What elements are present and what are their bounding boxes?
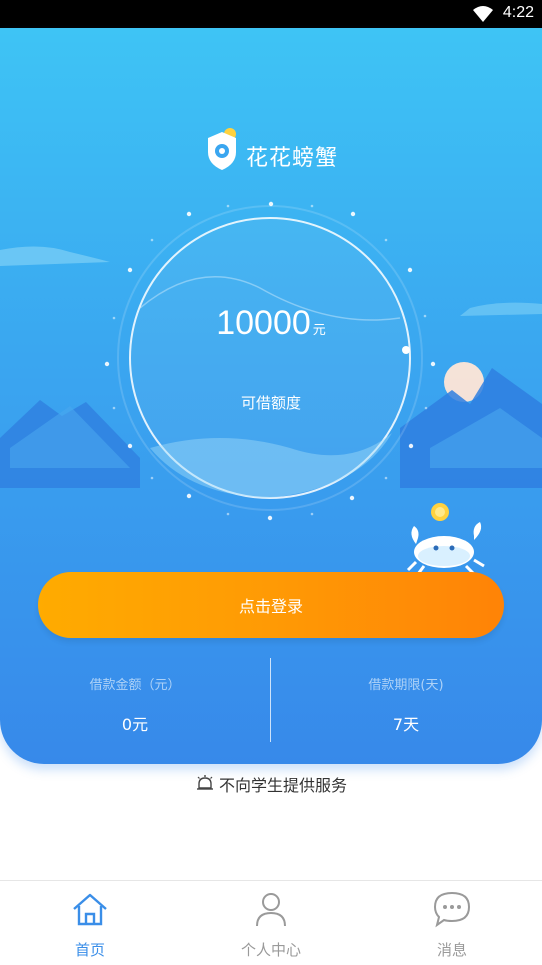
- message-icon: [433, 891, 471, 928]
- brand-name: 花花螃蟹: [245, 146, 338, 171]
- notice-text: 不向学生提供服务: [218, 776, 347, 795]
- notice: 不向学生提供服务: [0, 772, 542, 796]
- loan-amount-stat: 借款金额（元） 0元: [0, 658, 270, 742]
- shield-logo-icon: [207, 128, 236, 170]
- status-bar: 4:22: [0, 0, 542, 28]
- tab-home[interactable]: 首页: [0, 881, 180, 965]
- credit-amount-value: 10000: [216, 304, 311, 342]
- credit-amount-unit: 元: [312, 323, 326, 338]
- loan-term-stat: 借款期限(天) 7天: [271, 658, 541, 742]
- loan-term-label: 借款期限(天): [368, 678, 444, 693]
- loan-amount-label: 借款金额（元）: [89, 678, 181, 693]
- tab-profile[interactable]: 个人中心: [181, 881, 361, 965]
- tab-messages[interactable]: 消息: [362, 881, 542, 965]
- tab-messages-label: 消息: [436, 941, 467, 959]
- tab-profile-label: 个人中心: [240, 941, 301, 959]
- loan-stats: 借款金额（元） 0元 借款期限(天) 7天: [0, 658, 542, 742]
- credit-label: 可借额度: [240, 394, 301, 412]
- credit-amount: 10000 元: [0, 304, 542, 343]
- wifi-icon: [473, 6, 493, 22]
- bottom-tab-bar: 首页 个人中心 消息: [0, 880, 542, 965]
- home-icon: [73, 893, 107, 926]
- user-icon: [256, 893, 286, 927]
- status-time: 4:22: [502, 4, 534, 21]
- brand: 花花螃蟹: [0, 124, 542, 174]
- loan-amount-value: 0元: [121, 715, 149, 734]
- alarm-bell-icon: [196, 775, 213, 790]
- login-button[interactable]: 点击登录: [38, 572, 504, 638]
- tab-home-label: 首页: [74, 941, 105, 959]
- loan-term-value: 7天: [392, 715, 420, 734]
- crab-mascot-icon: [406, 503, 485, 574]
- hero-card: 花花螃蟹 10000 元 可借额度 点击登录 借款金额（元） 0元 借款期限(天)…: [0, 28, 542, 764]
